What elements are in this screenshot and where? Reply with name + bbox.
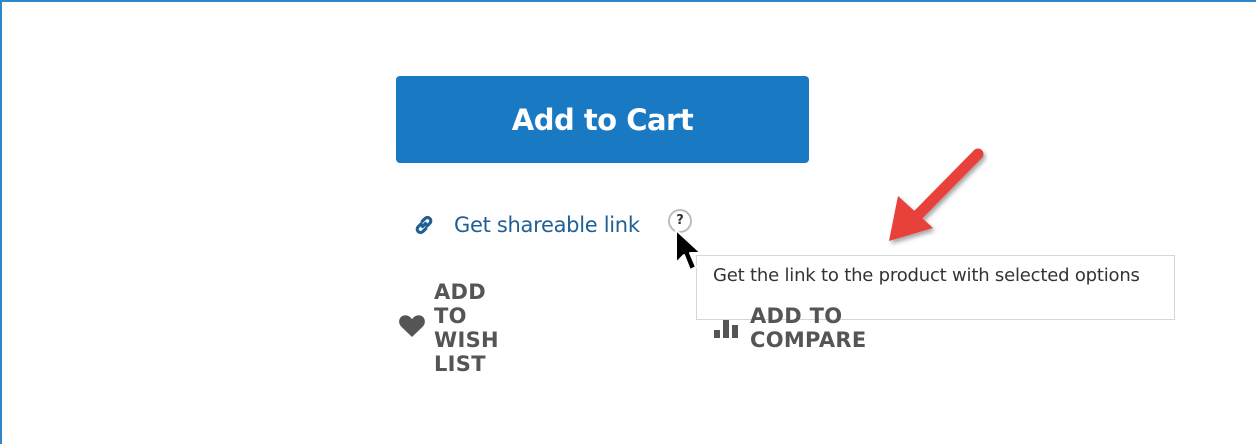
add-to-cart-button[interactable]: Add to Cart — [396, 76, 809, 163]
tooltip-text: Get the link to the product with selecte… — [713, 265, 1140, 286]
bar-chart-icon — [712, 314, 742, 343]
link-icon — [412, 213, 436, 237]
compare-label: ADD TO COMPARE — [750, 304, 867, 352]
add-to-compare-link[interactable]: ADD TO COMPARE — [712, 304, 867, 352]
page-frame: Add to Cart Get shareable link ? Get the… — [0, 0, 1256, 444]
wish-list-label: ADD TO WISH LIST — [434, 280, 499, 376]
add-to-wish-list-link[interactable]: ADD TO WISH LIST — [398, 280, 499, 376]
heart-icon — [398, 314, 426, 343]
get-shareable-link[interactable]: Get shareable link — [454, 213, 640, 237]
shareable-link-row[interactable]: Get shareable link — [412, 207, 640, 243]
question-circle-icon[interactable]: ? — [668, 209, 692, 233]
